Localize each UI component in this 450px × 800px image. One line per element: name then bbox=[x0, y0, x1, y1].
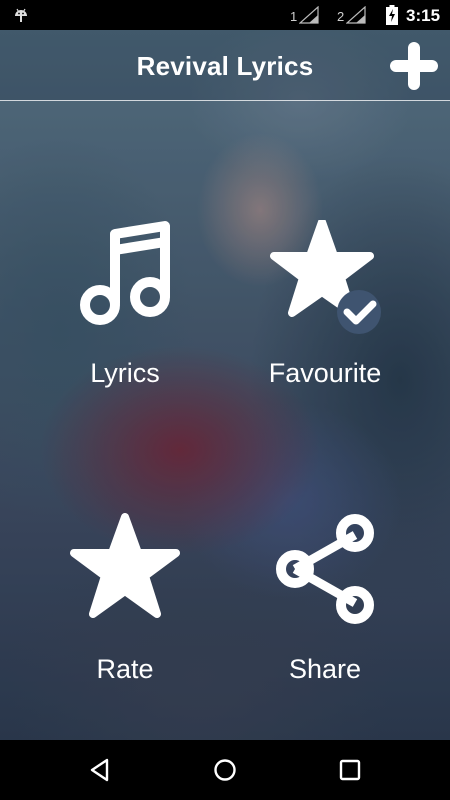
signal-icon bbox=[346, 6, 366, 24]
rate-button[interactable]: Rate bbox=[25, 510, 225, 710]
android-notification-icon bbox=[15, 8, 27, 22]
status-time: 3:15 bbox=[406, 6, 441, 25]
share-icon bbox=[276, 514, 374, 624]
star-check-icon bbox=[270, 220, 381, 334]
favourite-button[interactable]: Favourite bbox=[225, 215, 425, 415]
add-icon bbox=[390, 42, 438, 90]
app-bar-divider bbox=[0, 100, 450, 101]
lyrics-label: Lyrics bbox=[90, 358, 160, 388]
status-bar: 1 2 3:15 bbox=[0, 0, 450, 30]
star-icon bbox=[70, 513, 180, 618]
sim1-signal: 1 bbox=[290, 6, 319, 24]
home-icon bbox=[214, 759, 236, 781]
signal-icon bbox=[299, 6, 319, 24]
sim2-label: 2 bbox=[337, 9, 345, 24]
music-note-icon bbox=[80, 221, 170, 325]
share-label: Share bbox=[288, 654, 362, 684]
sim2-signal: 2 bbox=[337, 6, 366, 24]
add-button[interactable] bbox=[388, 40, 440, 92]
favourite-label: Favourite bbox=[268, 358, 382, 388]
back-icon bbox=[90, 758, 109, 782]
recents-button[interactable] bbox=[335, 755, 365, 785]
page-title: Revival Lyrics bbox=[136, 51, 314, 81]
home-button[interactable] bbox=[210, 755, 240, 785]
app-screen: 1 2 3:15 Revival Lyrics Lyrics Favourite… bbox=[0, 0, 450, 800]
share-button[interactable]: Share bbox=[225, 510, 425, 710]
app-bar: Revival Lyrics bbox=[0, 30, 450, 100]
lyrics-button[interactable]: Lyrics bbox=[25, 215, 225, 415]
rate-label: Rate bbox=[96, 654, 154, 684]
sim1-label: 1 bbox=[290, 9, 298, 24]
recents-icon bbox=[339, 759, 361, 781]
battery-charging-icon bbox=[386, 5, 398, 25]
back-button[interactable] bbox=[85, 755, 115, 785]
navigation-bar bbox=[0, 740, 450, 800]
